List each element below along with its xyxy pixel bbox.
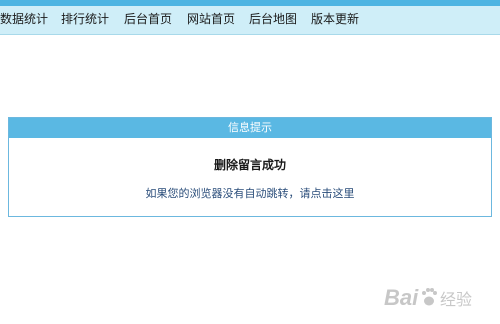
dialog-title: 信息提示 xyxy=(9,118,491,138)
paw-icon xyxy=(422,288,437,306)
dialog-message: 删除留言成功 xyxy=(213,158,286,172)
nav-item-ranking-stats[interactable]: 排行统计 xyxy=(61,6,109,34)
svg-text:Bai: Bai xyxy=(384,285,419,310)
nav-item-admin-map[interactable]: 后台地图 xyxy=(249,6,297,34)
nav-item-version-update[interactable]: 版本更新 xyxy=(311,6,359,34)
info-dialog: 信息提示 删除留言成功 如果您的浏览器没有自动跳转，请点击这里 xyxy=(8,117,492,217)
nav-item-site-home[interactable]: 网站首页 xyxy=(187,6,235,34)
nav-item-admin-home[interactable]: 后台首页 xyxy=(124,6,172,34)
nav-item-data-stats[interactable]: 数据统计 xyxy=(0,6,48,34)
svg-text:经验: 经验 xyxy=(440,290,472,309)
baidu-jingyan-watermark: Bai 经验 xyxy=(384,285,472,310)
top-nav: 数据统计 排行统计 后台首页 网站首页 后台地图 版本更新 xyxy=(0,6,500,35)
redirect-link[interactable]: 如果您的浏览器没有自动跳转，请点击这里 xyxy=(9,185,491,201)
